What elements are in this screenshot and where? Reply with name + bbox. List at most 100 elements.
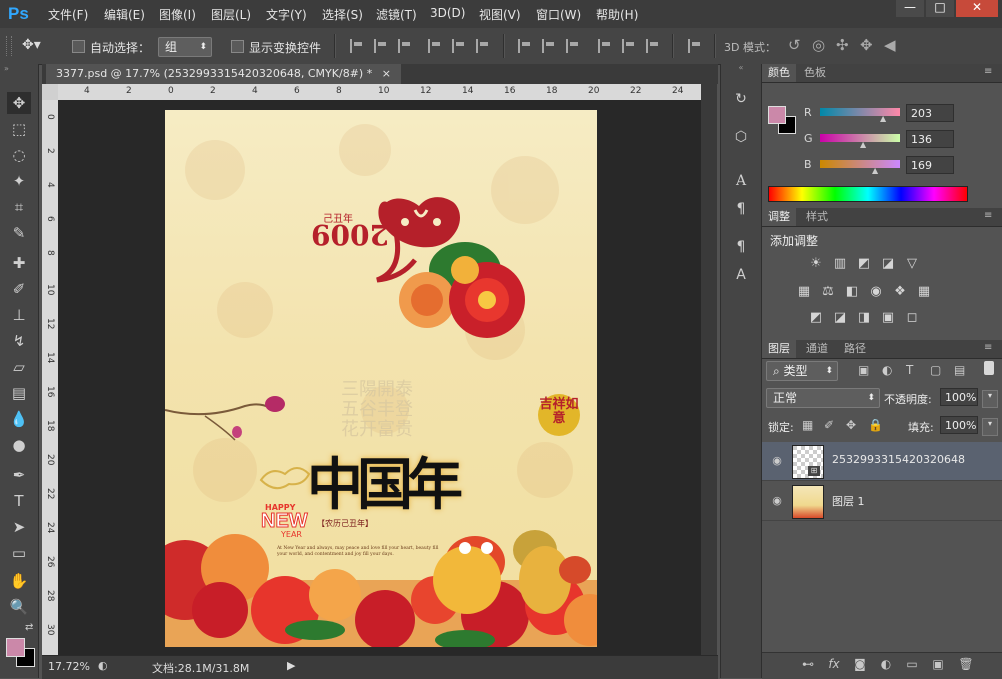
fg-color-swatch[interactable] <box>768 106 786 124</box>
dodge-tool-icon[interactable]: ● <box>7 434 31 456</box>
layer-row[interactable]: ◉ 图层 1 <box>762 482 1002 521</box>
tab-styles[interactable]: 样式 <box>800 208 834 226</box>
grip-handle[interactable] <box>6 36 12 56</box>
gradient-map-icon[interactable]: ▣ <box>880 310 896 326</box>
layer-name[interactable]: 2532993315420320648 <box>832 453 965 466</box>
character-styles-icon[interactable]: A <box>730 264 752 286</box>
auto-select-dropdown[interactable]: 组 ⬍ <box>158 37 212 57</box>
invert-icon[interactable]: ◩ <box>808 310 824 326</box>
align-bottom-icon[interactable] <box>398 39 412 53</box>
history-panel-icon[interactable]: ↻ <box>730 88 752 110</box>
clone-stamp-tool-icon[interactable]: ⊥ <box>7 304 31 326</box>
gradient-tool-icon[interactable]: ▤ <box>7 382 31 404</box>
poster-artwork[interactable]: 2009 己丑年 吉祥如意 三陽開泰五谷丰登花开富贵 中国年 HAPPY NEW… <box>165 110 597 647</box>
visibility-eye-icon[interactable]: ◉ <box>770 454 784 468</box>
r-slider-thumb-icon[interactable]: ▲ <box>880 114 886 123</box>
vibrance-icon[interactable]: ▽ <box>904 256 920 272</box>
lock-image-icon[interactable]: ✐ <box>824 418 834 432</box>
filter-toggle[interactable] <box>984 361 994 375</box>
layer-style-icon[interactable]: fx <box>826 657 842 671</box>
color-lookup-icon[interactable]: ▦ <box>916 284 932 300</box>
panel-menu-icon[interactable]: ≡ <box>984 66 992 77</box>
black-white-icon[interactable]: ◧ <box>844 284 860 300</box>
magic-wand-tool-icon[interactable]: ✦ <box>7 170 31 192</box>
hue-saturation-icon[interactable]: ▦ <box>796 284 812 300</box>
path-selection-tool-icon[interactable]: ➤ <box>7 516 31 538</box>
marquee-tool-icon[interactable]: ⬚ <box>7 118 31 140</box>
r-slider[interactable] <box>820 108 900 116</box>
g-slider-thumb-icon[interactable]: ▲ <box>860 140 866 149</box>
status-info-icon[interactable]: ◐ <box>98 659 108 672</box>
collapse-toolbox-icon[interactable]: » <box>4 65 34 73</box>
posterize-icon[interactable]: ◪ <box>832 310 848 326</box>
levels-icon[interactable]: ▥ <box>832 256 848 272</box>
history-brush-tool-icon[interactable]: ↯ <box>7 330 31 352</box>
close-button[interactable]: ✕ <box>956 0 998 17</box>
move-tool-icon[interactable]: ✥ <box>7 92 31 114</box>
distribute-bottom-icon[interactable] <box>566 39 580 53</box>
tab-swatches[interactable]: 色板 <box>798 64 832 82</box>
exposure-icon[interactable]: ◪ <box>880 256 896 272</box>
auto-select-checkbox[interactable] <box>72 40 85 53</box>
filter-type-icon[interactable]: T <box>906 363 913 377</box>
align-top-icon[interactable] <box>350 39 364 53</box>
3d-roll-icon[interactable]: ◎ <box>812 36 825 54</box>
3d-slide-icon[interactable]: ✥ <box>860 36 873 54</box>
zoom-tool-icon[interactable]: 🔍 <box>7 596 31 618</box>
b-slider-thumb-icon[interactable]: ▲ <box>872 166 878 175</box>
minimize-button[interactable]: — <box>896 0 924 17</box>
crop-tool-icon[interactable]: ⌗ <box>7 196 31 218</box>
brush-tool-icon[interactable]: ✐ <box>7 278 31 300</box>
blur-tool-icon[interactable]: 💧 <box>7 408 31 430</box>
menu-3d[interactable]: 3D(D) <box>430 6 465 20</box>
distribute-left-icon[interactable] <box>598 39 612 53</box>
lock-position-icon[interactable]: ✥ <box>846 418 856 432</box>
panel-menu-icon[interactable]: ≡ <box>984 342 992 353</box>
menu-image[interactable]: 图像(I) <box>159 6 196 23</box>
opacity-arrow-icon[interactable]: ▾ <box>982 390 998 408</box>
healing-brush-tool-icon[interactable]: ✚ <box>7 252 31 274</box>
3d-rotate-icon[interactable]: ↺ <box>788 36 801 54</box>
new-layer-icon[interactable]: ▣ <box>930 657 946 671</box>
eraser-tool-icon[interactable]: ▱ <box>7 356 31 378</box>
menu-edit[interactable]: 编辑(E) <box>104 6 145 23</box>
vertical-scrollbar[interactable] <box>701 84 717 655</box>
tab-color[interactable]: 颜色 <box>762 64 796 82</box>
show-transform-checkbox[interactable] <box>231 40 244 53</box>
menu-file[interactable]: 文件(F) <box>48 6 88 23</box>
tab-adjustments[interactable]: 调整 <box>762 208 796 226</box>
foreground-color-swatch[interactable] <box>6 638 25 657</box>
fill-input[interactable]: 100% <box>940 416 978 434</box>
filter-smart-icon[interactable]: ▤ <box>954 363 965 377</box>
menu-window[interactable]: 窗口(W) <box>536 6 581 23</box>
menu-filter[interactable]: 滤镜(T) <box>376 6 417 23</box>
hand-tool-icon[interactable]: ✋ <box>7 570 31 592</box>
color-spectrum[interactable] <box>768 186 968 202</box>
new-adjustment-icon[interactable]: ◐ <box>878 657 894 671</box>
menu-layer[interactable]: 图层(L) <box>211 6 251 23</box>
collapse-strip-icon[interactable]: « <box>721 64 761 72</box>
distribute-top-icon[interactable] <box>518 39 532 53</box>
trash-icon[interactable]: 🗑 <box>958 657 974 671</box>
menu-view[interactable]: 视图(V) <box>479 6 521 23</box>
tab-paths[interactable]: 路径 <box>838 340 872 358</box>
paragraph-styles-icon[interactable]: ¶ <box>730 236 752 258</box>
3d-scale-icon[interactable]: ◀ <box>884 36 896 54</box>
lasso-tool-icon[interactable]: ◌ <box>7 144 31 166</box>
photo-filter-icon[interactable]: ◉ <box>868 284 884 300</box>
align-left-icon[interactable] <box>428 39 442 53</box>
lock-transparent-icon[interactable]: ▦ <box>802 418 813 432</box>
add-mask-icon[interactable]: ◙ <box>852 657 868 671</box>
layer-filter-dropdown[interactable]: ⌕ 类型 ⬍ <box>766 361 838 381</box>
menu-help[interactable]: 帮助(H) <box>596 6 638 23</box>
opacity-input[interactable]: 100% <box>940 388 978 406</box>
document-tab[interactable]: 3377.psd @ 17.7% (2532993315420320648, C… <box>46 64 401 84</box>
align-right-icon[interactable] <box>476 39 490 53</box>
filter-adjustment-icon[interactable]: ◐ <box>882 363 892 377</box>
align-vcenter-icon[interactable] <box>374 39 388 53</box>
menu-select[interactable]: 选择(S) <box>322 6 363 23</box>
menu-type[interactable]: 文字(Y) <box>266 6 307 23</box>
filter-pixel-icon[interactable]: ▣ <box>858 363 869 377</box>
close-tab-icon[interactable]: × <box>382 67 391 80</box>
distribute-right-icon[interactable] <box>646 39 660 53</box>
